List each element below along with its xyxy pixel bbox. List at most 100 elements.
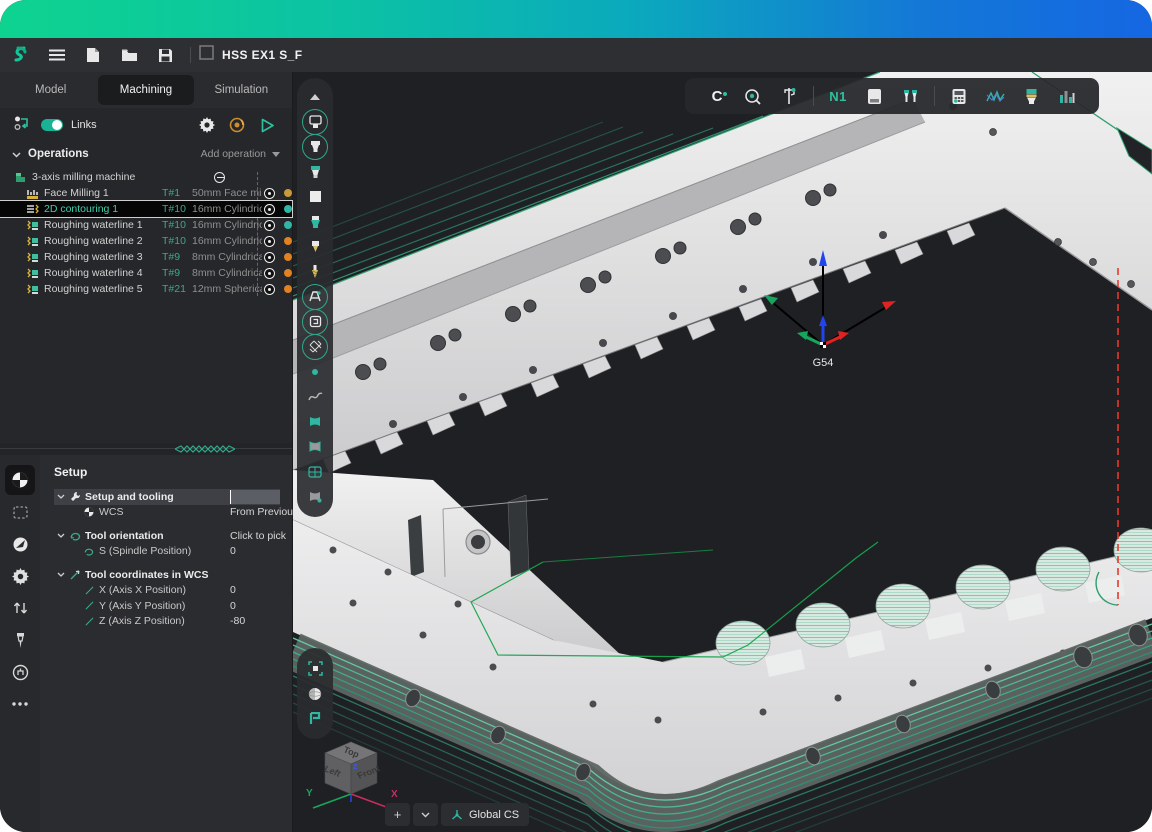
machine-node[interactable]: 3-axis milling machine bbox=[0, 169, 292, 185]
curve-entity-icon[interactable] bbox=[301, 384, 329, 409]
mesh-grid-icon[interactable] bbox=[301, 459, 329, 484]
operation-row[interactable]: Roughing waterline 5 T#21 12mm Spherica bbox=[0, 281, 292, 297]
spindle-head-icon[interactable] bbox=[301, 134, 329, 159]
toolpath-visibility-icon[interactable] bbox=[301, 706, 329, 731]
milling-machine-icon bbox=[14, 171, 27, 184]
operation-row[interactable]: Roughing waterline 4 T#9 8mm Cylindrical bbox=[0, 265, 292, 281]
chevron-down-icon[interactable] bbox=[12, 145, 21, 163]
tab-simulation[interactable]: Simulation bbox=[194, 75, 289, 105]
operation-radio[interactable] bbox=[264, 204, 275, 215]
workpiece-stock-icon[interactable] bbox=[301, 184, 329, 209]
add-operation-caret-icon[interactable] bbox=[272, 152, 280, 157]
add-cs-button[interactable]: + bbox=[385, 803, 410, 826]
machined-part-scene: G54 bbox=[293, 72, 1152, 832]
holder-library-icon[interactable] bbox=[301, 284, 329, 309]
scroll-up-icon[interactable] bbox=[301, 84, 329, 109]
surface-gray-icon[interactable] bbox=[301, 434, 329, 459]
property-pages-strip bbox=[0, 455, 40, 832]
feeds-transitions-icon[interactable] bbox=[5, 593, 35, 623]
setup-value-field[interactable] bbox=[230, 490, 280, 504]
tool-coordinates-row[interactable]: Tool coordinates in WCS bbox=[54, 567, 292, 583]
tool-tip-icon[interactable] bbox=[301, 234, 329, 259]
axis-z-row[interactable]: Z (Axis Z Position) -80 bbox=[54, 614, 292, 630]
run-calculation-icon[interactable] bbox=[256, 114, 278, 136]
viewport-3d[interactable]: G54 bbox=[293, 72, 1152, 832]
tool-holder-icon[interactable] bbox=[301, 159, 329, 184]
operation-radio[interactable] bbox=[264, 284, 275, 295]
machine-sync-icon[interactable] bbox=[226, 114, 248, 136]
settings-gear-icon[interactable] bbox=[196, 114, 218, 136]
document-state-icon[interactable] bbox=[199, 45, 214, 65]
operation-row[interactable]: Roughing waterline 2 T#10 16mm Cylindric bbox=[0, 233, 292, 249]
open-folder-icon[interactable] bbox=[114, 42, 144, 68]
tool-wear-icon[interactable] bbox=[1019, 84, 1043, 108]
collapse-node-icon[interactable] bbox=[214, 172, 225, 183]
drill-bit-icon[interactable] bbox=[301, 259, 329, 284]
left-panel: Model Machining Simulation Links bbox=[0, 72, 293, 832]
operation-radio[interactable] bbox=[264, 220, 275, 231]
setup-panel: Setup Setup and tooling WCS From Previou… bbox=[40, 455, 292, 832]
operation-radio[interactable] bbox=[264, 268, 275, 279]
solid-entity-icon[interactable] bbox=[301, 484, 329, 509]
bar-chart-icon[interactable] bbox=[1055, 84, 1079, 108]
zoom-fit-icon[interactable] bbox=[301, 656, 329, 681]
collision-check-icon[interactable]: C bbox=[705, 84, 729, 108]
machine-head-icon[interactable] bbox=[301, 109, 329, 134]
global-cs-button[interactable]: Global CS bbox=[441, 803, 529, 826]
axis-y-row[interactable]: Y (Axis Y Position) 0 bbox=[54, 598, 292, 614]
holder-page-icon[interactable] bbox=[5, 657, 35, 687]
tab-machining[interactable]: Machining bbox=[98, 75, 193, 105]
strategy-page-icon[interactable] bbox=[5, 529, 35, 559]
axis-x-row[interactable]: X (Axis X Position) 0 bbox=[54, 583, 292, 599]
links-toggle[interactable] bbox=[41, 119, 63, 131]
add-operation-button[interactable]: Add operation bbox=[201, 148, 266, 160]
workpiece-selection-icon[interactable] bbox=[5, 497, 35, 527]
tool-page-icon[interactable] bbox=[5, 625, 35, 655]
operation-radio[interactable] bbox=[264, 188, 275, 199]
tool-compare-icon[interactable] bbox=[898, 84, 922, 108]
status-dot bbox=[284, 269, 292, 277]
surface-entity-icon[interactable] bbox=[301, 409, 329, 434]
fixture-icon[interactable] bbox=[301, 209, 329, 234]
window-accent-bar bbox=[0, 0, 1152, 38]
wcs-row[interactable]: WCS From Previous bbox=[54, 505, 292, 521]
splitter-handle-icon[interactable] bbox=[175, 444, 235, 454]
point-entity-icon[interactable] bbox=[301, 359, 329, 384]
wrench-icon bbox=[68, 491, 82, 502]
tab-model[interactable]: Model bbox=[3, 75, 98, 105]
toolbar-separator bbox=[934, 86, 935, 106]
setup-and-tooling-row[interactable]: Setup and tooling bbox=[54, 489, 280, 505]
new-file-icon[interactable] bbox=[78, 42, 108, 68]
calculator-icon[interactable] bbox=[947, 84, 971, 108]
shaded-view-icon[interactable] bbox=[301, 681, 329, 706]
operation-row[interactable]: Roughing waterline 3 T#9 8mm Cylindrical bbox=[0, 249, 292, 265]
caliper-icon[interactable] bbox=[777, 84, 801, 108]
more-pages-icon[interactable] bbox=[5, 689, 35, 719]
operation-radio[interactable] bbox=[264, 236, 275, 247]
face-milling-icon bbox=[26, 187, 39, 200]
operation-radio[interactable] bbox=[264, 252, 275, 263]
stock-panel-icon[interactable] bbox=[862, 84, 886, 108]
links-label: Links bbox=[71, 119, 97, 131]
view-cube[interactable]: Top Left Front Y X Z bbox=[299, 736, 403, 812]
operation-row-selected[interactable]: 2D contouring 1 T#10 16mm Cylindric bbox=[0, 201, 292, 217]
gcode-badge[interactable]: N1 bbox=[826, 84, 850, 108]
save-icon[interactable] bbox=[150, 42, 180, 68]
tool-orientation-row[interactable]: Tool orientation Click to pick bbox=[54, 528, 292, 544]
links-graph-icon[interactable] bbox=[14, 115, 31, 136]
measure-icon[interactable] bbox=[741, 84, 765, 108]
cs-dropdown-button[interactable] bbox=[413, 803, 438, 826]
operation-row[interactable]: Face Milling 1 T#1 50mm Face mill bbox=[0, 185, 292, 201]
machine-monitor-icon[interactable] bbox=[301, 309, 329, 334]
wcs-page-icon[interactable] bbox=[5, 465, 35, 495]
hamburger-menu-icon[interactable] bbox=[42, 42, 72, 68]
panel-splitter[interactable] bbox=[0, 443, 292, 455]
axis-y-icon bbox=[82, 601, 96, 610]
axis-z-icon bbox=[82, 617, 96, 626]
parameters-gear-icon[interactable] bbox=[5, 561, 35, 591]
spindle-position-row[interactable]: S (Spindle Position) 0 bbox=[54, 544, 292, 560]
app-logo-icon[interactable] bbox=[6, 42, 36, 68]
mesh-stock-icon[interactable] bbox=[301, 334, 329, 359]
statistics-graph-icon[interactable] bbox=[983, 84, 1007, 108]
operation-row[interactable]: Roughing waterline 1 T#10 16mm Cylindric bbox=[0, 217, 292, 233]
